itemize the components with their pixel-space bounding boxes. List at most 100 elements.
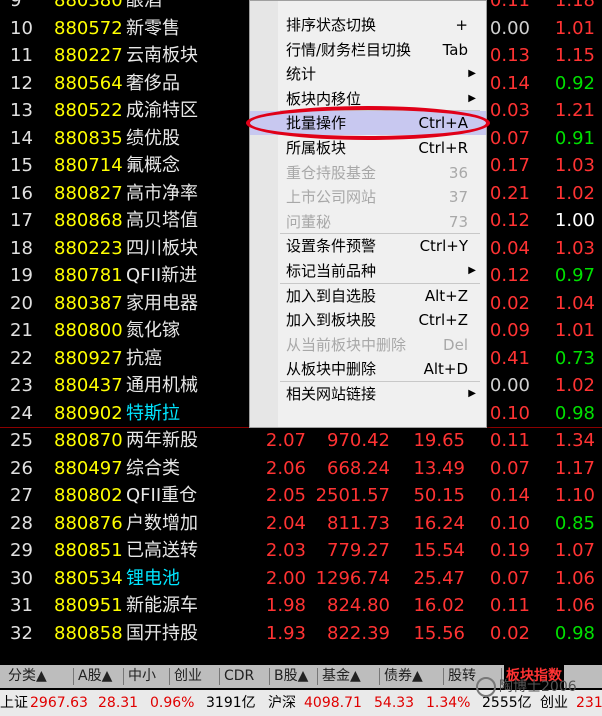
menu-item[interactable]: 相关网站链接 ▶ [250,382,486,406]
rise-speed: 0.11 [489,430,530,451]
tab-divider [443,668,444,685]
hs-change: 54.33 [374,695,415,711]
volume-ratio: 1.00 [554,210,595,231]
volume-ratio: 1.03 [554,155,595,176]
menu-item[interactable]: 加入到自选股 Alt+Z [250,284,486,308]
volume-ratio: 0.98 [554,402,595,424]
category-tab[interactable]: 基金▲ [320,665,363,688]
price-change: 13.49 [413,457,465,479]
menu-item: 上市公司网站 37 [250,185,486,209]
sector-code: 880572 [54,17,123,39]
category-tab[interactable]: A股▲ [76,665,114,688]
row-index: 11 [10,45,33,66]
category-tab[interactable]: 中小 [126,665,158,688]
category-tab[interactable]: 分类▲ [6,665,49,688]
rise-speed: 0.02 [489,622,530,644]
wechat-logo-icon [476,677,496,697]
menu-item[interactable]: 标记当前品种 ▶ [250,259,486,283]
menu-item-label: 统计 [286,65,317,84]
menu-item[interactable]: 设置条件预警 Ctrl+Y [250,234,486,258]
menu-item-label: 加入到自选股 [286,286,377,305]
menu-item[interactable]: 统计 ▶ [250,62,486,86]
menu-item-label: 设置条件预警 [286,237,377,256]
tab-divider [123,668,124,685]
category-tab[interactable]: CDR [222,665,256,688]
menu-item[interactable]: 行情/财务栏目切换 Tab [250,38,486,62]
sector-code: 880858 [54,622,123,644]
sector-name: 家用电器 [126,292,198,314]
menu-item-label: 排序状态切换 [286,16,377,34]
hs-label: 沪深 [268,695,296,711]
row-index: 13 [10,100,33,121]
table-row[interactable]: 31 880951 新能源车 1.98 824.80 16.02 0.11 1.06 [0,592,602,619]
category-tab[interactable]: 股转 [446,665,478,688]
submenu-arrow-icon: ▶ [468,92,476,104]
sector-code: 880387 [54,292,123,314]
table-row[interactable]: 29 880851 已高送转 2.03 779.27 15.54 0.19 1.07 [0,537,602,564]
sector-name: 特斯拉 [126,402,180,424]
price-change: 25.47 [413,567,465,589]
sector-name: 通用机械 [126,375,198,396]
table-row[interactable]: 25 880870 两年新股 2.07 970.42 19.65 0.11 1.34 [0,427,602,454]
volume-ratio: 0.73 [554,347,595,369]
tab-divider [269,668,270,685]
sector-name: 氟概念 [126,155,180,176]
row-index: 28 [10,512,33,534]
sector-name: 氮化镓 [126,320,180,341]
menu-item[interactable]: 从板块中删除 Alt+D [250,357,486,381]
table-row[interactable]: 26 880497 综合类 2.06 668.24 13.49 0.07 1.17 [0,455,602,482]
volume-ratio: 1.02 [554,375,595,396]
volume-ratio: 0.91 [554,127,595,149]
current-price: 822.39 [327,622,390,644]
menu-item[interactable]: 排序状态切换 + [250,13,486,37]
menu-item-shortcut: Alt+Z [424,286,468,305]
category-tab[interactable]: 债券▲ [382,665,425,688]
volume-ratio: 1.04 [554,292,595,314]
sector-code: 880876 [54,512,123,534]
sector-name: 户数增加 [126,512,198,534]
row-index: 10 [10,17,33,39]
sector-code: 880522 [54,100,123,121]
submenu-arrow-icon: ▶ [468,68,476,80]
sector-name: 高贝塔值 [126,210,198,231]
rise-speed: 0.10 [489,512,530,534]
table-row[interactable]: 32 880858 国开持股 1.93 822.39 15.56 0.02 0.98 [0,620,602,647]
sector-name: 奢侈品 [126,72,180,94]
cy-index: 231 [576,695,602,711]
sector-code: 880223 [54,237,123,259]
row-index: 9 [10,0,22,11]
row-index: 16 [10,182,33,204]
current-price: 824.80 [327,595,390,616]
watermark-text: 陶博士2006 [499,679,577,695]
volume-ratio: 0.92 [554,72,595,94]
current-price: 970.42 [327,430,390,451]
tab-divider [317,668,318,685]
sector-code: 880534 [54,567,123,589]
rise-speed: 0.07 [489,567,530,589]
sh-percent: 0.96% [150,695,195,711]
menu-item-shortcut: Ctrl+Z [418,311,468,330]
sector-name: 锂电池 [126,567,180,589]
rise-speed: 0.14 [489,485,530,506]
table-row[interactable]: 27 880802 QFII重仓 2.05 2501.57 50.15 0.14 1.10 [0,482,602,509]
row-index: 27 [10,485,33,506]
price-change: 15.56 [413,622,465,644]
volume-ratio: 1.06 [554,595,595,616]
sector-code: 880800 [54,320,123,341]
category-tab[interactable]: 创业 [172,665,204,688]
menu-item: 重仓持股基金 36 [250,161,486,185]
price-change: 19.65 [413,430,465,451]
sector-name: 两年新股 [126,430,198,451]
sector-code: 880851 [54,540,123,561]
row-index: 29 [10,540,33,561]
category-tab[interactable]: B股▲ [272,665,310,688]
menu-item-label: 重仓持股基金 [286,163,377,182]
tab-divider [73,668,74,685]
table-row[interactable]: 28 880876 户数增加 2.04 811.73 16.24 0.10 0.85 [0,510,602,537]
menu-item-shortcut: 73 [448,212,468,231]
sector-name: 新能源车 [126,595,198,616]
sector-code: 880497 [54,457,123,479]
table-row[interactable]: 30 880534 锂电池 2.00 1296.74 25.47 0.07 1.06 [0,565,602,592]
menu-item[interactable]: 加入到板块股 Ctrl+Z [250,308,486,332]
menu-item-shortcut: 37 [448,188,468,207]
